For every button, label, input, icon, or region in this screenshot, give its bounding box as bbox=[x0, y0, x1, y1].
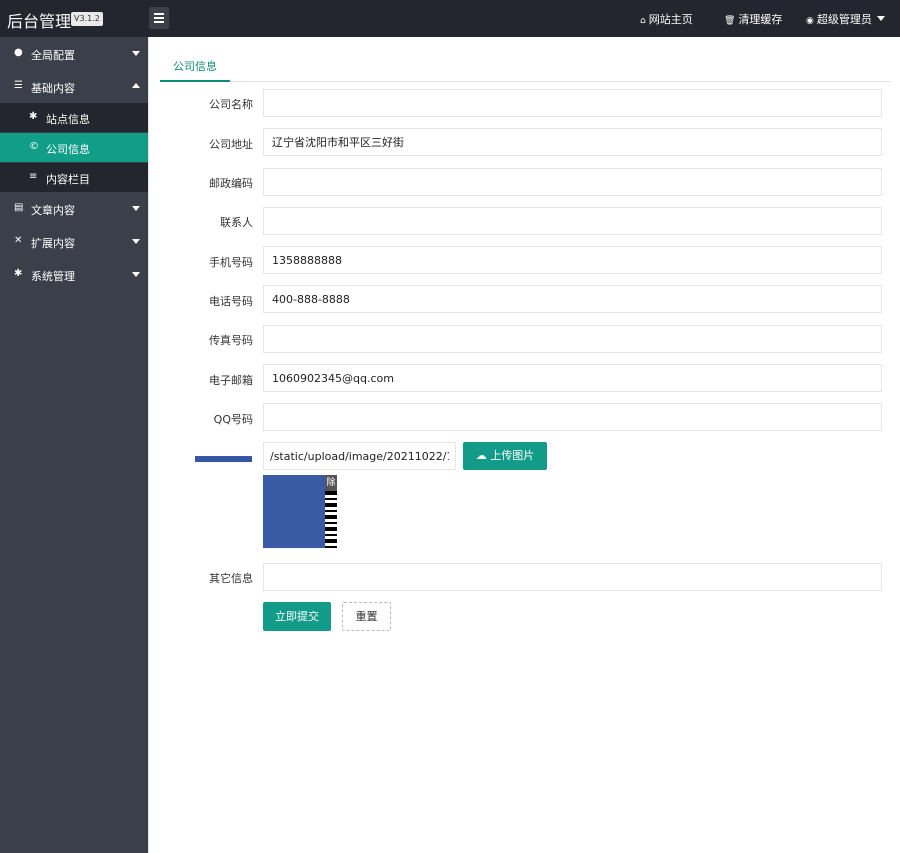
mobile-input[interactable] bbox=[263, 246, 882, 274]
field-label-qq: QQ号码 bbox=[213, 413, 253, 426]
delete-image-button[interactable]: 除 bbox=[325, 475, 337, 491]
top-bar: 后台管理 V3.1.2 ⌂ 网站主页 🗑 清理缓存 ◉ 超级管理员 bbox=[0, 0, 900, 37]
sidebar-item-content-columns[interactable]: ≡ 内容栏目 bbox=[0, 163, 148, 192]
gear-icon: ✱ bbox=[29, 111, 38, 122]
file-icon: ▤ bbox=[14, 202, 24, 213]
company-name-input[interactable] bbox=[263, 89, 882, 117]
chevron-up-icon bbox=[132, 83, 140, 88]
menu-toggle-button[interactable] bbox=[149, 7, 169, 29]
fax-input[interactable] bbox=[263, 325, 882, 353]
qq-input[interactable] bbox=[263, 403, 882, 431]
sliders-icon: ☰ bbox=[14, 80, 23, 91]
main-content: 公司信息 公司名称 公司地址 邮政编码 联系人 手机号码 电话号码 传真号码 电… bbox=[148, 37, 900, 853]
image-path-input[interactable] bbox=[263, 442, 456, 470]
field-label-contact: 联系人 bbox=[220, 216, 253, 229]
hamburger-icon bbox=[154, 13, 164, 15]
field-label-company-name: 公司名称 bbox=[209, 98, 253, 111]
chevron-down-icon bbox=[132, 51, 140, 56]
field-label-company-address: 公司地址 bbox=[209, 138, 253, 151]
field-label-phone: 电话号码 bbox=[209, 295, 253, 308]
tab-company-info[interactable]: 公司信息 bbox=[160, 57, 230, 82]
trash-icon: 🗑 bbox=[724, 16, 736, 26]
expand-icon: ✕ bbox=[14, 235, 23, 246]
postal-code-input[interactable] bbox=[263, 168, 882, 196]
sidebar: ● 全局配置 ☰ 基础内容 ✱ 站点信息 © 公司信息 ≡ 内容栏目 ▤ 文章内… bbox=[0, 37, 148, 853]
site-home-link[interactable]: ⌂ 网站主页 bbox=[640, 11, 693, 27]
chevron-down-icon bbox=[132, 272, 140, 277]
home-icon: ⌂ bbox=[640, 16, 646, 26]
brand-title: 后台管理 bbox=[7, 12, 72, 31]
sidebar-group-basic-content[interactable]: ☰ 基础内容 bbox=[0, 70, 148, 103]
image-preview bbox=[263, 475, 325, 548]
field-label-mobile: 手机号码 bbox=[209, 256, 253, 269]
sidebar-group-extended-content[interactable]: ✕ 扩展内容 bbox=[0, 225, 148, 258]
cloud-upload-icon: ☁ bbox=[475, 449, 487, 462]
list-icon: ≡ bbox=[29, 171, 38, 182]
gear-icon: ✱ bbox=[14, 268, 23, 279]
tab-bar: 公司信息 bbox=[160, 57, 891, 82]
redacted-image-label bbox=[195, 456, 252, 462]
phone-input[interactable] bbox=[263, 285, 882, 313]
sidebar-group-system-management[interactable]: ✱ 系统管理 bbox=[0, 258, 148, 291]
sidebar-group-global-config[interactable]: ● 全局配置 bbox=[0, 37, 148, 70]
company-address-input[interactable] bbox=[263, 128, 882, 156]
globe-icon: ● bbox=[14, 47, 23, 58]
qr-code-image bbox=[325, 491, 337, 548]
field-label-fax: 传真号码 bbox=[209, 334, 253, 347]
field-label-email: 电子邮箱 bbox=[209, 374, 253, 387]
other-info-input[interactable] bbox=[263, 563, 882, 591]
sidebar-item-company-info[interactable]: © 公司信息 bbox=[0, 133, 148, 162]
submit-button[interactable]: 立即提交 bbox=[263, 602, 331, 631]
version-badge: V3.1.2 bbox=[71, 12, 103, 26]
contact-input[interactable] bbox=[263, 207, 882, 235]
copyright-icon: © bbox=[29, 141, 39, 152]
chevron-down-icon bbox=[132, 239, 140, 244]
email-input[interactable] bbox=[263, 364, 882, 392]
field-label-postal-code: 邮政编码 bbox=[209, 177, 253, 190]
user-circle-icon: ◉ bbox=[806, 16, 814, 26]
field-label-other-info: 其它信息 bbox=[209, 572, 253, 585]
chevron-down-icon bbox=[876, 16, 885, 21]
upload-image-button[interactable]: ☁ 上传图片 bbox=[463, 442, 547, 470]
clear-cache-link[interactable]: 🗑 清理缓存 bbox=[724, 11, 782, 27]
user-menu[interactable]: ◉ 超级管理员 bbox=[806, 11, 885, 27]
sidebar-item-site-info[interactable]: ✱ 站点信息 bbox=[0, 103, 148, 132]
reset-button[interactable]: 重置 bbox=[342, 602, 391, 631]
sidebar-group-article-content[interactable]: ▤ 文章内容 bbox=[0, 192, 148, 225]
chevron-down-icon bbox=[132, 206, 140, 211]
